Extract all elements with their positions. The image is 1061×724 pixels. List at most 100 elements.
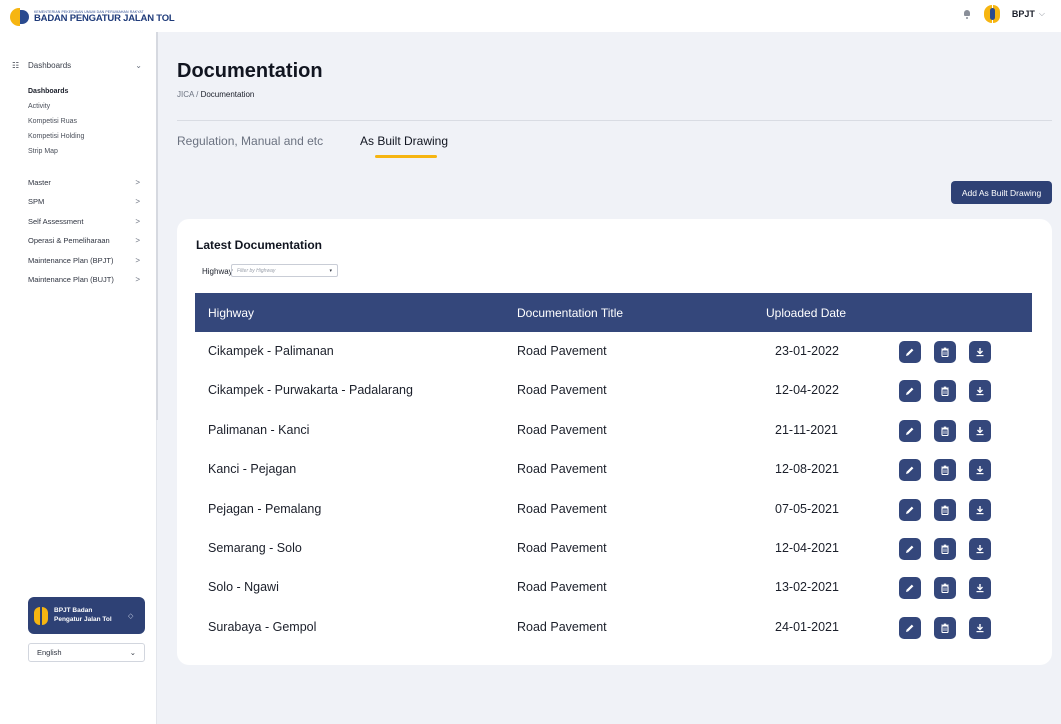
download-button[interactable] [969,380,991,403]
breadcrumb-root[interactable]: JICA / [177,90,201,99]
filter-label: Highway [202,267,233,276]
chevron-right-icon: > [135,256,140,265]
delete-button[interactable] [934,380,956,403]
download-button[interactable] [969,419,991,442]
download-button[interactable] [969,577,991,600]
edit-button[interactable] [899,380,921,403]
sidebar-item-maintenance-plan-bujt[interactable]: Maintenance Plan (BUJT) > [28,275,140,284]
cell-documentation-title: Road Pavement [517,344,607,358]
breadcrumb-current: Documentation [200,90,255,99]
download-button[interactable] [969,498,991,521]
cell-uploaded-date: 24-01-2021 [775,619,839,634]
download-icon [975,505,985,515]
edit-button[interactable] [899,616,921,639]
edit-button[interactable] [899,459,921,482]
delete-button[interactable] [934,419,956,442]
sidebar-scrollbar[interactable] [156,32,158,420]
cell-highway: Cikampek - Palimanan [208,344,334,358]
edit-icon [905,465,915,475]
cell-highway: Surabaya - Gempol [208,619,317,634]
org-name: BPJT Badan Pengatur Jalan Tol [54,606,112,623]
page-title: Documentation [177,60,323,82]
language-select[interactable]: English ⌄ [28,643,145,662]
highway-filter-select[interactable]: Filter by Highway ▾ [231,264,338,277]
delete-button[interactable] [934,577,956,600]
logo-mark-icon [10,8,30,26]
trash-icon [940,544,950,554]
trash-icon [940,386,950,397]
chevron-down-icon[interactable]: ⌵ [1039,9,1045,19]
sidebar-item-strip-map[interactable]: Strip Map [28,148,58,155]
delete-button[interactable] [934,616,956,639]
download-button[interactable] [969,341,991,363]
cell-uploaded-date: 13-02-2021 [775,580,839,595]
add-as-built-drawing-button[interactable]: Add As Built Drawing [951,181,1052,204]
filter-placeholder: Filter by Highway [237,267,276,274]
sidebar-item-self-assessment[interactable]: Self Assessment > [28,217,140,226]
sidebar-item-operasi-pemeliharaan[interactable]: Operasi & Pemeliharaan > [28,236,140,245]
delete-button[interactable] [934,538,956,560]
breadcrumb: JICA / Documentation [177,90,254,99]
sidebar-item-spm[interactable]: SPM > [28,197,140,206]
chevron-right-icon: > [135,178,140,187]
column-header-highway[interactable]: Highway [208,306,254,320]
active-tab-indicator [375,155,437,158]
sidebar-item-maintenance-plan-bpjt[interactable]: Maintenance Plan (BPJT) > [28,256,140,265]
sidebar-item-kompetisi-ruas[interactable]: Kompetisi Ruas [28,118,77,125]
delete-button[interactable] [934,498,956,521]
chevron-down-icon: ⌄ [135,61,142,70]
chevron-right-icon: > [135,197,140,206]
tab-regulation-manual[interactable]: Regulation, Manual and etc [177,134,323,148]
trash-icon [940,505,950,515]
edit-button[interactable] [899,419,921,442]
delete-button[interactable] [934,459,956,482]
download-button[interactable] [969,459,991,482]
chevron-right-icon: > [135,275,140,284]
trash-icon [940,583,950,594]
cell-documentation-title: Road Pavement [517,383,607,398]
edit-button[interactable] [899,341,921,363]
download-icon [975,386,985,396]
sidebar-item-master[interactable]: Master > [28,178,140,187]
table-row: Cikampek - Purwakarta - Padalarang Road P… [195,371,1032,410]
edit-icon [905,426,915,436]
logo-title: BADAN PENGATUR JALAN TOL [34,13,175,24]
download-icon [975,347,985,357]
language-value: English [37,648,62,657]
bell-icon[interactable] [962,9,972,19]
cell-documentation-title: Road Pavement [517,580,607,595]
edit-button[interactable] [899,538,921,560]
tab-as-built-drawing[interactable]: As Built Drawing [360,134,448,148]
cell-documentation-title: Road Pavement [517,541,607,555]
cell-highway: Kanci - Pejagan [208,462,297,477]
column-header-uploaded-date[interactable]: Uploaded Date [766,306,846,320]
caret-down-icon: ▾ [329,267,332,274]
cell-highway: Semarang - Solo [208,541,302,555]
organization-switcher[interactable]: BPJT Badan Pengatur Jalan Tol ◇ [28,597,145,634]
download-icon [975,465,985,475]
column-header-documentation-title[interactable]: Documentation Title [517,306,623,320]
edit-button[interactable] [899,498,921,521]
cell-documentation-title: Road Pavement [517,462,607,477]
table-row: Semarang - Solo Road Pavement 12-04-2021 [195,529,1032,568]
trash-icon [940,465,950,476]
sidebar-item-activity[interactable]: Activity [28,103,50,110]
download-button[interactable] [969,616,991,639]
cell-highway: Solo - Ngawi [208,580,279,595]
edit-icon [905,583,915,593]
top-bar: KEMENTERIAN PEKERJAAN UMUM DAN PERUMAHAN… [0,0,1061,32]
sidebar-item-dashboards[interactable]: Dashboards [28,88,68,95]
chevron-right-icon: > [135,217,140,226]
cell-uploaded-date: 12-04-2022 [775,383,839,398]
avatar[interactable] [981,4,1002,24]
cell-highway: Palimanan - Kanci [208,422,310,437]
delete-button[interactable] [934,341,956,363]
sidebar-section-dashboards[interactable]: ☷ Dashboards ⌄ [12,61,142,70]
table-header: Highway Documentation Title Uploaded Dat… [195,293,1032,332]
download-button[interactable] [969,538,991,560]
user-name[interactable]: BPJT [1012,9,1035,19]
download-icon [975,544,985,554]
edit-button[interactable] [899,577,921,600]
sidebar-item-kompetisi-holding[interactable]: Kompetisi Holding [28,133,84,140]
bpjt-logo[interactable]: KEMENTERIAN PEKERJAAN UMUM DAN PERUMAHAN… [10,8,175,26]
